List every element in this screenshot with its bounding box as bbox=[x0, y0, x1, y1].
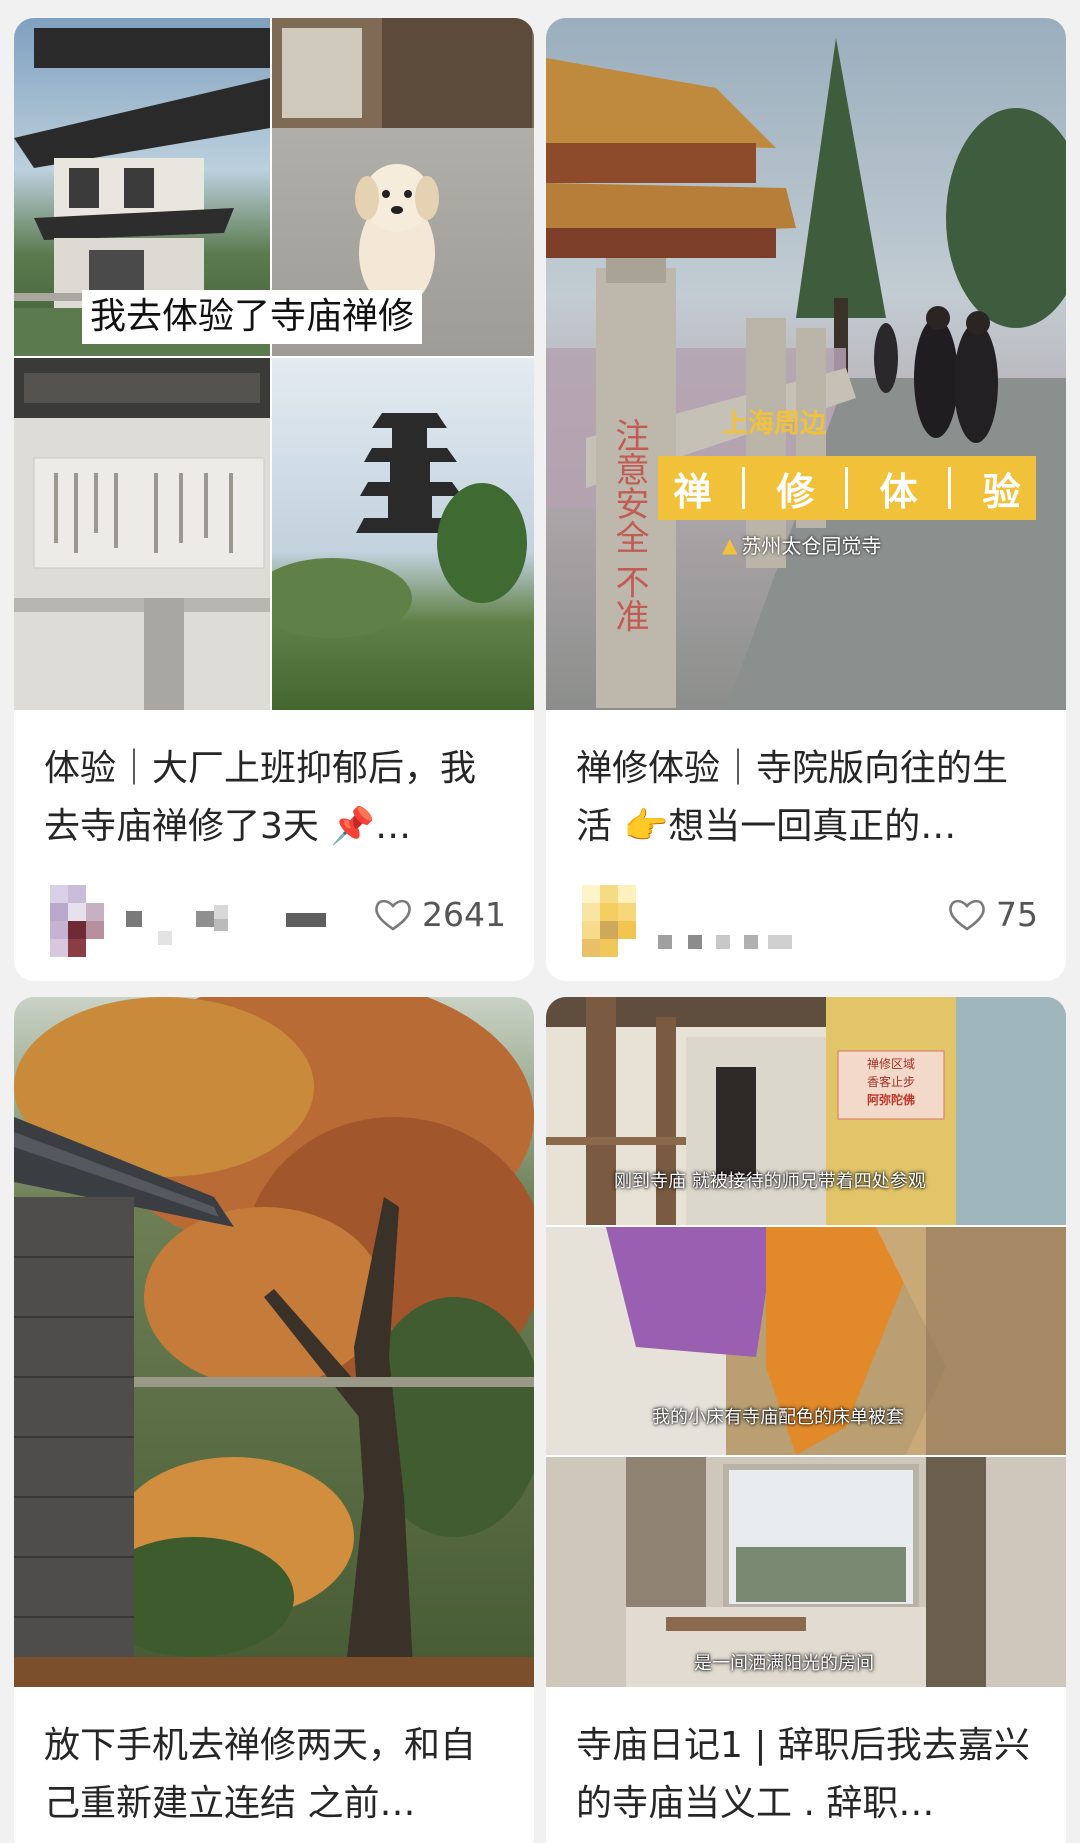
banner-char: 修 bbox=[776, 469, 815, 514]
card-1-cover-image[interactable]: 我去体验了寺庙禅修 bbox=[14, 18, 534, 710]
collage-bed: 我的小床有寺庙配色的床单被套 bbox=[546, 1227, 1066, 1455]
note-card-2[interactable]: 注意安全 不准 上海周边 禅 修 体 验 ▲ 苏州太仓同觉寺 禅修体验｜寺院版向… bbox=[546, 18, 1066, 981]
banner-char: 体 bbox=[879, 469, 918, 514]
collage-tall-pagoda bbox=[272, 358, 534, 710]
collage-corridor: 禅修区域 香客止步 阿弥陀佛 刚到寺庙 就被接待的师兄带着四处参观 bbox=[546, 997, 1066, 1225]
like-counter[interactable]: 2641 bbox=[374, 895, 506, 934]
card-2-title[interactable]: 禅修体验｜寺院版向往的生活 👉想当一回真正的… bbox=[576, 740, 1040, 856]
heart-outline-icon[interactable] bbox=[948, 898, 986, 932]
card-4-title[interactable]: 寺庙日记1 | 辞职后我去嘉兴的寺庙当义工 . 辞职… bbox=[576, 1717, 1040, 1833]
heart-outline-icon[interactable] bbox=[374, 898, 412, 932]
stone-inscription: 注意安全 不准 bbox=[609, 418, 649, 633]
title-banner: 禅 修 体 验 bbox=[658, 456, 1036, 520]
author-name-blurred[interactable] bbox=[126, 903, 346, 949]
author-avatar-blurred[interactable] bbox=[50, 885, 106, 957]
photo-caption: 我的小床有寺庙配色的床单被套 bbox=[652, 1407, 904, 1428]
collage-sunny-room: 是一间洒满阳光的房间 bbox=[546, 1457, 1066, 1687]
card-1-title[interactable]: 体验｜大厂上班抑郁后，我去寺庙禅修了3天 📌… bbox=[44, 740, 508, 856]
banner-divider bbox=[845, 467, 849, 509]
photo-caption: 刚到寺庙 就被接待的师兄带着四处参观 bbox=[614, 1171, 926, 1192]
region-tag: 上海周边 bbox=[722, 409, 827, 439]
collage-stone-tablet bbox=[14, 358, 270, 710]
autumn-tree-scene bbox=[14, 997, 534, 1687]
card-1-meta: 2641 bbox=[14, 861, 534, 981]
banner-char: 禅 bbox=[673, 469, 712, 514]
banner-divider bbox=[948, 467, 952, 509]
corridor-sign: 禅修区域 香客止步 阿弥陀佛 bbox=[866, 1057, 915, 1107]
like-count: 75 bbox=[996, 895, 1038, 934]
banner-divider bbox=[742, 467, 746, 509]
like-count: 2641 bbox=[422, 895, 506, 934]
like-counter[interactable]: 75 bbox=[948, 895, 1038, 934]
note-card-3[interactable]: 放下手机去禅修两天，和自己重新建立连结 之前… bbox=[14, 997, 534, 1843]
card-3-title[interactable]: 放下手机去禅修两天，和自己重新建立连结 之前… bbox=[44, 1717, 508, 1833]
card-2-meta: 75 bbox=[546, 861, 1066, 981]
location-label: ▲ 苏州太仓同觉寺 bbox=[722, 532, 882, 559]
card-3-cover-image[interactable] bbox=[14, 997, 534, 1687]
note-card-4[interactable]: 禅修区域 香客止步 阿弥陀佛 刚到寺庙 就被接待的师兄带着四处参观 我的小床有寺… bbox=[546, 997, 1066, 1843]
note-card-1[interactable]: 我去体验了寺庙禅修 体验｜大厂上班抑郁后，我去寺庙禅修了3天 📌… 2641 bbox=[14, 18, 534, 981]
card-4-cover-image[interactable]: 禅修区域 香客止步 阿弥陀佛 刚到寺庙 就被接待的师兄带着四处参观 我的小床有寺… bbox=[546, 997, 1066, 1687]
location-pin-icon: ▲ bbox=[722, 532, 738, 557]
author-name-blurred[interactable] bbox=[658, 931, 798, 953]
author-avatar-blurred[interactable] bbox=[582, 885, 638, 957]
banner-char: 验 bbox=[982, 469, 1021, 514]
card-2-cover-image[interactable]: 注意安全 不准 上海周边 禅 修 体 验 ▲ 苏州太仓同觉寺 bbox=[546, 18, 1066, 710]
cover-overlay-caption: 我去体验了寺庙禅修 bbox=[82, 290, 423, 344]
photo-caption: 是一间洒满阳光的房间 bbox=[694, 1653, 874, 1674]
